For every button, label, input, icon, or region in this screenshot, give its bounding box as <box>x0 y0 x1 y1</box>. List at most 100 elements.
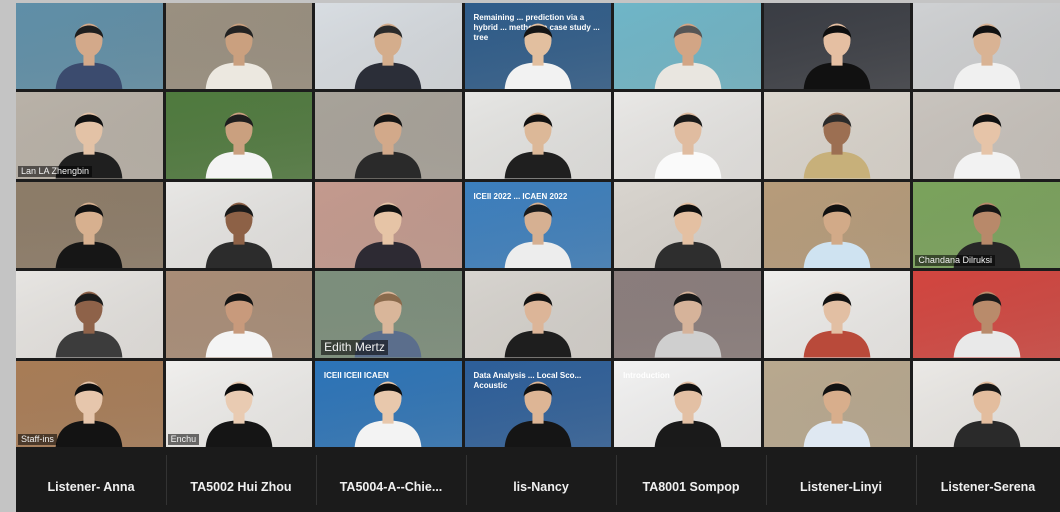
video-tile[interactable] <box>165 271 313 358</box>
participant-shoulders <box>205 330 273 358</box>
video-tile[interactable] <box>315 181 462 269</box>
participant-shoulders <box>55 419 123 447</box>
participant-shoulders <box>55 241 123 269</box>
participant-video-icon <box>803 23 871 90</box>
participant-video-icon <box>55 202 123 269</box>
video-tile[interactable]: Chandana Dilruksi <box>913 181 1060 269</box>
video-tile[interactable] <box>315 92 462 179</box>
video-tile[interactable] <box>614 3 761 90</box>
participant-video-icon <box>953 23 1021 90</box>
video-tile[interactable] <box>165 92 313 179</box>
participant-video-icon <box>504 381 572 447</box>
participant-video-icon <box>654 202 721 269</box>
participant-video-icon <box>504 202 572 269</box>
participant-shoulders <box>654 151 721 179</box>
participant-name-label: TA5002 Hui Zhou <box>190 479 292 494</box>
participant-shoulders <box>803 62 871 90</box>
participant-shoulders <box>355 419 422 447</box>
participant-video-label: Staff-ins <box>18 433 57 445</box>
participant-name-label: TA8001 Sompop <box>642 479 740 494</box>
video-tile[interactable]: Remaining ... prediction via a hybrid ..… <box>464 3 612 90</box>
video-tile[interactable] <box>763 271 911 358</box>
participant-video-label: Chandana Dilruksi <box>915 255 995 267</box>
video-tile[interactable] <box>763 181 911 269</box>
participant-shoulders <box>803 151 871 179</box>
participant-name-label: Listener-Serena <box>940 479 1036 494</box>
participant-video-icon <box>803 202 871 269</box>
participant-shoulders <box>504 241 572 269</box>
participant-video-icon <box>654 291 721 358</box>
video-tile[interactable] <box>165 3 313 90</box>
participant-shoulders <box>803 330 871 358</box>
participant-video-icon <box>355 202 422 269</box>
video-tile[interactable]: Introduction <box>614 360 761 447</box>
participant-video-icon <box>654 381 721 447</box>
participant-shoulders <box>654 241 721 269</box>
video-tile[interactable] <box>614 271 761 358</box>
video-tile[interactable] <box>464 271 612 358</box>
participant-name-nancy[interactable]: lis-Nancy <box>466 447 616 512</box>
participant-video-icon <box>504 112 572 179</box>
video-grid: Remaining ... prediction via a hybrid ..… <box>16 3 1060 447</box>
participant-shoulders <box>803 241 871 269</box>
participant-shoulders <box>654 419 721 447</box>
video-tile[interactable] <box>464 92 612 179</box>
participant-video-icon <box>205 23 273 90</box>
participant-name-sompop[interactable]: TA8001 Sompop <box>616 447 766 512</box>
participant-name-linyi[interactable]: Listener-Linyi <box>766 447 916 512</box>
participant-video-icon <box>504 291 572 358</box>
participant-shoulders <box>654 330 721 358</box>
participant-video-icon <box>205 202 273 269</box>
participant-shoulders <box>953 419 1021 447</box>
video-tile[interactable] <box>16 181 163 269</box>
participant-shoulders <box>355 62 422 90</box>
video-tile[interactable] <box>913 271 1060 358</box>
video-tile[interactable]: ICEII ICEII ICAEN <box>315 360 462 447</box>
video-tile[interactable] <box>913 92 1060 179</box>
video-tile[interactable]: ICEII 2022 ... ICAEN 2022 <box>464 181 612 269</box>
participant-name-label: Listener- Anna <box>47 479 135 494</box>
participant-name-chie[interactable]: TA5004-A--Chie... <box>316 447 466 512</box>
participant-video-label: Enchu <box>167 433 200 445</box>
video-tile[interactable] <box>315 3 462 90</box>
video-tile[interactable] <box>614 181 761 269</box>
participant-shoulders <box>504 330 572 358</box>
participant-shoulders <box>953 330 1021 358</box>
participant-shoulders <box>953 62 1021 90</box>
participant-shoulders <box>55 330 123 358</box>
video-tile[interactable]: Staff-ins <box>16 360 163 447</box>
video-tile[interactable] <box>16 3 163 90</box>
video-tile[interactable]: Enchu <box>165 360 313 447</box>
video-tile[interactable] <box>763 92 911 179</box>
participant-name-hui-zhou[interactable]: TA5002 Hui Zhou <box>166 447 316 512</box>
participant-shoulders <box>205 241 273 269</box>
video-tile[interactable] <box>763 3 911 90</box>
participant-shoulders <box>205 419 273 447</box>
video-tile[interactable]: Lan LA Zhengbin <box>16 92 163 179</box>
participant-name-bar: Listener- Anna TA5002 Hui Zhou TA5004-A-… <box>16 447 1060 512</box>
video-tile[interactable] <box>913 360 1060 447</box>
participant-video-icon <box>953 291 1021 358</box>
video-tile[interactable]: Edith Mertz <box>315 271 462 358</box>
participant-name-serena[interactable]: Listener-Serena <box>916 447 1060 512</box>
participant-video-icon <box>55 23 123 90</box>
participant-video-icon <box>355 381 422 447</box>
video-tile[interactable] <box>913 3 1060 90</box>
participant-video-icon <box>803 112 871 179</box>
video-tile[interactable] <box>614 92 761 179</box>
participant-shoulders <box>355 241 422 269</box>
participant-name-anna[interactable]: Listener- Anna <box>16 447 166 512</box>
video-tile[interactable] <box>763 360 911 447</box>
participant-video-icon <box>803 291 871 358</box>
participant-video-label: Lan LA Zhengbin <box>18 165 93 177</box>
video-tile[interactable]: Data Analysis ... Local Sco... Acoustic <box>464 360 612 447</box>
participant-video-icon <box>205 291 273 358</box>
participant-name-label: TA5004-A--Chie... <box>339 479 443 494</box>
participant-video-icon <box>355 23 422 90</box>
participant-video-label: Edith Mertz <box>321 339 388 355</box>
video-tile[interactable] <box>165 181 313 269</box>
video-tile[interactable] <box>16 271 163 358</box>
participant-shoulders <box>654 62 721 90</box>
participant-name-label: Listener-Linyi <box>800 479 882 494</box>
participant-video-icon <box>355 112 422 179</box>
